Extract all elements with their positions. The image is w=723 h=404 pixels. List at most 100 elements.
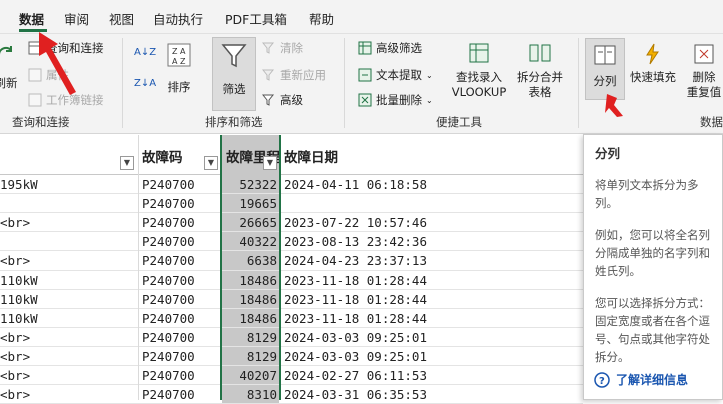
cell-fault-code[interactable]: P240700 xyxy=(142,213,220,232)
clear-filter-icon xyxy=(262,42,275,54)
tab-pdf-toolbox[interactable]: PDF工具箱 xyxy=(225,9,287,28)
cell-fault-mileage[interactable]: 8129 xyxy=(222,327,279,347)
filter-label: 筛选 xyxy=(222,82,246,96)
advanced-button[interactable]: 高级 xyxy=(262,92,303,108)
sort-az-button[interactable]: A↓Z xyxy=(134,48,156,58)
reapply-button[interactable]: 重新应用 xyxy=(262,67,326,83)
cell-col-a[interactable]: 195kW xyxy=(0,175,138,194)
cell-fault-date[interactable] xyxy=(284,194,583,213)
cell-fault-mileage[interactable]: 8129 xyxy=(222,346,279,366)
vlookup-button[interactable]: 查找录入 VLOOKUP xyxy=(448,42,510,100)
selected-column-border xyxy=(220,135,222,400)
cell-fault-mileage[interactable]: 19665 xyxy=(222,194,279,214)
clear-button[interactable]: 清除 xyxy=(262,40,303,56)
batch-delete-button[interactable]: 批量删除 ⌄ xyxy=(358,92,433,108)
filter-dropdown-icon[interactable]: ▼ xyxy=(204,156,218,170)
cell-fault-mileage[interactable]: 6638 xyxy=(222,251,279,271)
cell-col-a[interactable]: 110kW xyxy=(0,290,138,309)
cell-fault-date[interactable]: 2023-08-13 23:42:36 xyxy=(284,232,583,251)
text-to-columns-tooltip: 分列 将单列文本拆分为多列。 例如，您可以将全名列分隔成单独的名字列和姓氏列。 … xyxy=(583,134,723,400)
cell-fault-mileage[interactable]: 40207 xyxy=(222,366,279,386)
ribbon-separator xyxy=(578,38,579,128)
advanced-filter-button[interactable]: 高级筛选 xyxy=(358,40,422,56)
tools-group-label: 便捷工具 xyxy=(436,115,482,129)
cell-fault-date[interactable]: 2024-02-27 06:11:53 xyxy=(284,366,583,385)
sort-az-label: A↓Z xyxy=(134,47,157,58)
tooltip-paragraph: 您可以选择拆分方式：固定宽度或者在各个逗号、句点或其他字符处拆分。 xyxy=(595,296,710,364)
cell-col-a[interactable]: <br> xyxy=(0,385,138,404)
svg-text:?: ? xyxy=(599,376,605,387)
cell-fault-code[interactable]: P240700 xyxy=(142,309,220,328)
cell-fault-code[interactable]: P240700 xyxy=(142,251,220,270)
tab-view[interactable]: 视图 xyxy=(109,9,134,28)
refresh-icon xyxy=(0,46,12,56)
tab-automate[interactable]: 自动执行 xyxy=(153,9,203,28)
cell-fault-code[interactable]: P240700 xyxy=(142,385,220,404)
cell-col-a[interactable]: <br> xyxy=(0,251,138,270)
flash-fill-button[interactable]: 快速填充 xyxy=(628,42,678,85)
cell-fault-date[interactable]: 2024-04-23 23:37:13 xyxy=(284,251,583,270)
remove-duplicates-button[interactable]: 删除 重复值 xyxy=(680,42,723,100)
cell-fault-date[interactable]: 2023-07-22 10:57:46 xyxy=(284,213,583,232)
text-to-columns-label: 分列 xyxy=(593,74,617,88)
cell-col-a[interactable]: 110kW xyxy=(0,309,138,328)
cell-fault-date[interactable]: 2024-03-31 06:35:53 xyxy=(284,385,583,404)
filter-dropdown-icon[interactable]: ▼ xyxy=(120,156,134,170)
extract-icon xyxy=(358,68,372,82)
header-fault-date[interactable]: 故障日期 xyxy=(284,135,404,175)
cell-fault-code[interactable]: P240700 xyxy=(142,232,220,251)
cell-col-a[interactable]: 110kW xyxy=(0,271,138,290)
sort-button[interactable]: Z AA Z 排序 xyxy=(163,42,195,95)
cell-fault-date[interactable]: 2024-03-03 09:25:01 xyxy=(284,328,583,347)
column-border xyxy=(138,135,139,400)
split-merge-button[interactable]: 拆分合并 表格 xyxy=(512,42,568,100)
text-extract-button[interactable]: 文本提取 ⌄ xyxy=(358,67,433,83)
sort-filter-group-label: 排序和筛选 xyxy=(205,115,263,129)
cell-fault-mileage[interactable]: 18486 xyxy=(222,270,279,290)
cell-col-a[interactable]: <br> xyxy=(0,328,138,347)
cell-fault-mileage[interactable]: 18486 xyxy=(222,289,279,309)
learn-more-link[interactable]: ? 了解详细信息 xyxy=(594,371,688,388)
cell-fault-date[interactable]: 2024-04-11 06:18:58 xyxy=(284,175,583,194)
filter-button[interactable]: 筛选 xyxy=(212,37,256,111)
sort-icon: Z AA Z xyxy=(167,43,191,67)
cell-fault-date[interactable]: 2024-03-03 09:25:01 xyxy=(284,347,583,366)
data-tools-group-label: 数据 xyxy=(700,115,723,129)
filter-dropdown-icon[interactable]: ▼ xyxy=(263,156,277,170)
cell-fault-mileage[interactable]: 26665 xyxy=(222,213,279,233)
cell-col-a[interactable]: <br> xyxy=(0,366,138,385)
cell-fault-code[interactable]: P240700 xyxy=(142,366,220,385)
cell-fault-mileage[interactable]: 40322 xyxy=(222,232,279,252)
cell-fault-mileage[interactable]: 18486 xyxy=(222,308,279,328)
cell-fault-code[interactable]: P240700 xyxy=(142,347,220,366)
cell-fault-date[interactable]: 2023-11-18 01:28:44 xyxy=(284,309,583,328)
cell-col-a[interactable] xyxy=(0,194,138,213)
cell-fault-code[interactable]: P240700 xyxy=(142,271,220,290)
vlookup-label-line1: 查找录入 xyxy=(456,70,502,84)
split-merge-label-line2: 表格 xyxy=(528,85,552,99)
cell-fault-mileage[interactable]: 52322 xyxy=(222,175,279,195)
cell-fault-code[interactable]: P240700 xyxy=(142,328,220,347)
tab-data[interactable]: 数据 xyxy=(19,9,44,28)
remove-duplicates-label-line1: 删除 xyxy=(692,70,716,84)
tab-help[interactable]: 帮助 xyxy=(309,9,334,28)
ribbon-separator xyxy=(344,38,345,128)
cell-fault-date[interactable]: 2023-11-18 01:28:44 xyxy=(284,271,583,290)
tooltip-paragraph: 例如，您可以将全名列分隔成单独的名字列和姓氏列。 xyxy=(595,228,710,278)
cell-col-a[interactable] xyxy=(0,232,138,251)
funnel-icon xyxy=(221,44,247,68)
cell-fault-mileage[interactable]: 8310 xyxy=(222,385,279,404)
cell-fault-date[interactable]: 2023-11-18 01:28:44 xyxy=(284,290,583,309)
refresh-button[interactable]: 刷新 xyxy=(0,42,20,91)
sort-za-button[interactable]: Z↓A xyxy=(134,79,156,89)
ribbon-separator xyxy=(122,38,123,128)
tab-review[interactable]: 审阅 xyxy=(64,9,89,28)
cell-fault-code[interactable]: P240700 xyxy=(142,290,220,309)
text-to-columns-button[interactable]: 分列 xyxy=(585,38,625,100)
cell-fault-code[interactable]: P240700 xyxy=(142,175,220,194)
cell-fault-code[interactable]: P240700 xyxy=(142,194,220,213)
split-columns-icon xyxy=(594,45,616,65)
cell-col-a[interactable]: <br> xyxy=(0,213,138,232)
advanced-filter-label: 高级筛选 xyxy=(376,41,422,55)
cell-col-a[interactable]: <br> xyxy=(0,347,138,366)
